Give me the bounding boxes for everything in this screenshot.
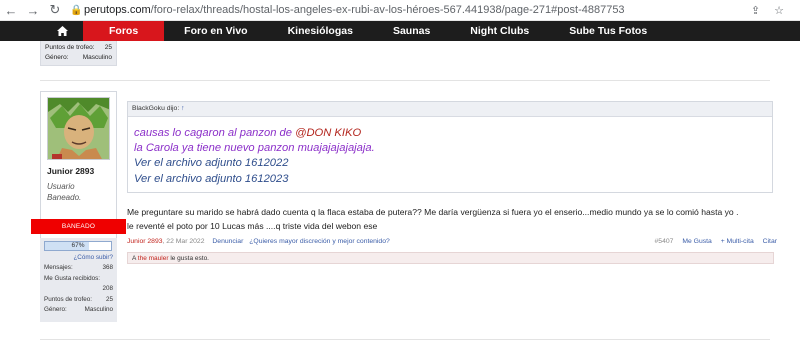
share-icon[interactable]: ⇪: [751, 4, 760, 17]
promo-link[interactable]: ¿Quieres mayor discreción y mejor conten…: [249, 238, 390, 245]
post-author-link[interactable]: Junior 2893: [127, 238, 163, 245]
trophy-label: Puntos de trofeo:: [44, 295, 92, 303]
url-path: /foro-relax/threads/hostal-los-angeles-e…: [150, 4, 625, 16]
multiquote-button[interactable]: + Multi-cita: [721, 238, 754, 245]
quote-line: causas lo cagaron al panzon de: [134, 127, 296, 139]
site-navigation: Foros Foro en Vivo Kinesiólogas Saunas N…: [0, 21, 800, 41]
messages-label: Mensajes:: [44, 264, 73, 271]
message-line: Me preguntare su marido se habrá dado cu…: [127, 207, 739, 217]
user-mention[interactable]: @DON KIKO: [295, 127, 361, 139]
reload-icon[interactable]: ↻: [44, 0, 66, 21]
nav-item-kinesiologas[interactable]: Kinesiólogas: [268, 21, 373, 41]
lock-icon[interactable]: 🔒: [70, 5, 84, 16]
stat-value: 25: [104, 44, 112, 51]
attachment-link[interactable]: Ver el archivo adjunto 1612022: [134, 156, 766, 171]
quote-line: la Carola ya tiene nuevo panzon muajajaj…: [134, 142, 375, 155]
messages-value: 368: [102, 264, 113, 271]
address-bar[interactable]: perutops.com/foro-relax/threads/hostal-l…: [84, 4, 751, 16]
avatar[interactable]: [47, 97, 110, 160]
quote-author: BlackGoku dijo:: [132, 105, 180, 112]
post-meta: Junior 2893, 22 Mar 2022 Denunciar ¿Quie…: [127, 237, 777, 247]
post-divider: [40, 339, 770, 340]
nav-item-sube-tus-fotos[interactable]: Sube Tus Fotos: [549, 21, 667, 41]
quote-button[interactable]: Citar: [763, 238, 777, 245]
like-button[interactable]: Me Gusta: [682, 238, 711, 245]
post-divider: [40, 80, 770, 81]
how-to-level-up-link[interactable]: ¿Cómo subir?: [44, 253, 113, 263]
likes-summary: A the mauler le gusta esto.: [127, 252, 774, 264]
quote-header: BlackGoku dijo: ↑: [128, 102, 772, 117]
stat-value: Masculino: [82, 54, 112, 61]
user-title: Usuario Baneado.: [47, 182, 82, 202]
quote-body: causas lo cagaron al panzon de @DON KIKO…: [128, 117, 772, 196]
report-link[interactable]: Denunciar: [212, 238, 243, 245]
likes-suffix: le gusta esto.: [168, 255, 209, 262]
attachment-link[interactable]: Ver el archivo adjunto 1612023: [134, 172, 766, 187]
level-percent: 67%: [71, 242, 85, 249]
gender-value: Masculino: [84, 306, 113, 313]
quote-block: BlackGoku dijo: ↑ causas lo cagaron al p…: [127, 101, 773, 193]
user-stats: 67% ¿Cómo subir? Mensajes: 368 Me Gusta r…: [40, 238, 117, 322]
stat-label: Género:: [45, 54, 69, 61]
likes-received-label: Me Gusta recibidos:: [44, 274, 100, 282]
home-icon[interactable]: [41, 21, 83, 41]
nav-item-foro-en-vivo[interactable]: Foro en Vivo: [164, 21, 267, 41]
post-message: Me preguntare su marido se habrá dado cu…: [127, 205, 787, 233]
nav-item-night-clubs[interactable]: Night Clubs: [450, 21, 549, 41]
level-meter: 67%: [44, 241, 112, 251]
post-number[interactable]: #5407: [655, 238, 674, 245]
liker-link[interactable]: the mauler: [138, 255, 169, 262]
back-icon[interactable]: ←: [0, 0, 22, 21]
gender-label: Género:: [44, 306, 67, 313]
stat-label: Puntos de trofeo:: [45, 44, 95, 51]
nav-item-saunas[interactable]: Saunas: [373, 21, 450, 41]
message-line: le reventé el poto por 10 Lucas más ....…: [127, 221, 378, 231]
url-host: perutops.com: [84, 4, 151, 16]
likes-received-value: 208: [102, 285, 113, 292]
trophy-value: 25: [105, 295, 113, 303]
bookmark-star-icon[interactable]: ☆: [774, 4, 784, 17]
previous-user-stats: Puntos de trofeo: 25 Género: Masculino: [40, 41, 117, 66]
post-date[interactable]: , 22 Mar 2022: [163, 238, 205, 245]
go-to-quote-icon[interactable]: ↑: [181, 105, 184, 112]
browser-toolbar: ← → ↻ 🔒 perutops.com/foro-relax/threads/…: [0, 0, 800, 21]
forward-icon[interactable]: →: [22, 0, 44, 21]
nav-item-foros[interactable]: Foros: [83, 21, 165, 41]
username[interactable]: Junior 2893: [47, 166, 94, 176]
banned-badge: BANEADO: [31, 219, 126, 234]
